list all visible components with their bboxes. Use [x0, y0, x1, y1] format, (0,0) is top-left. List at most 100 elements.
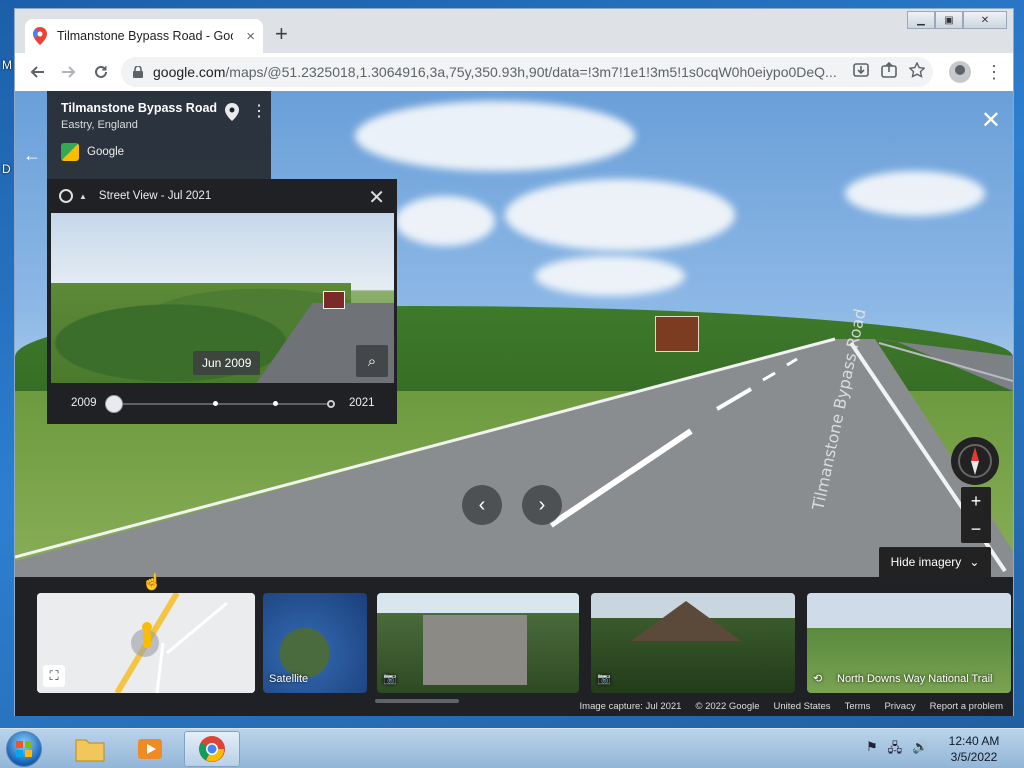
country-link[interactable]: United States	[774, 701, 831, 716]
taskbar-media-player[interactable]	[122, 731, 178, 767]
chrome-icon	[199, 736, 225, 762]
profile-avatar[interactable]	[949, 61, 971, 83]
volume-icon[interactable]: 🔊	[912, 739, 928, 761]
privacy-link[interactable]: Privacy	[884, 701, 915, 716]
lock-icon	[133, 66, 143, 78]
forward-button[interactable]	[53, 56, 85, 88]
clock-date: 3/5/2022	[950, 750, 998, 764]
timeline-stop[interactable]	[273, 401, 278, 406]
browser-menu-icon[interactable]: ⋮	[985, 62, 1003, 83]
maximize-button[interactable]: ▣	[935, 11, 963, 29]
report-problem-link[interactable]: Report a problem	[930, 701, 1003, 716]
copyright-text: © 2022 Google	[695, 701, 760, 712]
camera-icon: 📷	[383, 673, 397, 685]
desktop-icon-label[interactable]: D	[2, 162, 11, 176]
compass-icon	[958, 444, 992, 478]
imagery-tray: ⛶ Satellite 📷 📷 North Downs Way National…	[15, 577, 1013, 716]
share-icon[interactable]	[881, 62, 897, 78]
back-arrow-icon	[30, 66, 44, 78]
omnibox-actions	[853, 62, 925, 78]
address-bar[interactable]: google.com/maps/@51.2325018,1.3064916,3a…	[121, 57, 933, 87]
mini-map-thumbnail[interactable]: ⛶	[37, 593, 255, 693]
mini-map	[37, 593, 255, 693]
taskbar-chrome[interactable]	[184, 731, 240, 767]
mouse-cursor: ☝	[142, 574, 162, 591]
tab-close-icon[interactable]: ×	[246, 28, 255, 45]
close-window-button[interactable]: ✕	[963, 11, 1007, 29]
bookmark-star-icon[interactable]	[909, 62, 925, 78]
place-info-card: Tilmanstone Bypass Road Eastry, England …	[47, 91, 271, 179]
map-footer: Image capture: Jul 2021 © 2022 Google Un…	[15, 701, 1013, 716]
previous-arrow-button[interactable]: ‹	[462, 485, 502, 525]
media-player-icon	[138, 739, 162, 759]
caret-up-icon: ▲	[79, 191, 87, 201]
desktop-icon-label[interactable]: M	[2, 58, 12, 72]
minimize-button[interactable]: ▁	[907, 11, 935, 29]
timeline-stop[interactable]	[213, 401, 218, 406]
system-tray: ⚑ 🖧 🔊	[866, 739, 928, 761]
back-arrow-icon[interactable]: ←	[23, 145, 43, 165]
hide-imagery-button[interactable]: Hide imagery ⌄	[879, 547, 991, 577]
google-maps-logo-icon	[61, 143, 79, 161]
new-tab-button[interactable]: +	[275, 23, 288, 45]
historic-imagery-preview[interactable]: Jun 2009 ⌕	[51, 213, 394, 383]
brown-tourist-sign	[655, 316, 699, 352]
browser-toolbar: google.com/maps/@51.2325018,1.3064916,3a…	[15, 53, 1013, 91]
reload-icon	[95, 65, 107, 78]
close-street-view-icon[interactable]: ✕	[981, 109, 1001, 133]
install-app-icon[interactable]	[853, 62, 869, 78]
url-path: /maps/@51.2325018,1.3064916,3a,75y,350.9…	[225, 64, 837, 80]
forward-arrow-icon	[62, 66, 76, 78]
back-button[interactable]	[21, 56, 53, 88]
reload-button[interactable]	[85, 56, 117, 88]
satellite-label: Satellite	[269, 673, 309, 685]
timeline-start-year: 2009	[71, 397, 97, 409]
image-capture-date: Image capture: Jul 2021	[579, 701, 682, 712]
time-machine-panel: ▲ Street View - Jul 2021 ✕ Jun 2009 ⌕ 20…	[47, 179, 397, 424]
time-machine-title: Street View - Jul 2021	[98, 190, 212, 202]
system-clock[interactable]: 12:40 AM 3/5/2022	[944, 733, 1004, 765]
network-icon[interactable]: 🖧	[888, 739, 903, 761]
clock-time: 12:40 AM	[948, 734, 1000, 748]
double-chevron-down-icon: ⌄	[969, 555, 980, 569]
taskbar-explorer[interactable]	[62, 731, 118, 767]
time-machine-header[interactable]: ▲ Street View - Jul 2021 ✕	[47, 179, 397, 213]
church-building	[423, 615, 527, 685]
zoom-preview-icon[interactable]: ⌕	[356, 345, 388, 377]
browser-window: Tilmanstone Bypass Road - Goog × + ▁ ▣ ✕…	[14, 8, 1014, 716]
timeline-current-stop[interactable]	[327, 400, 335, 408]
tab-title: Tilmanstone Bypass Road - Goog	[57, 29, 233, 43]
photo-thumbnail-lychgate[interactable]: 📷	[591, 593, 795, 693]
timeline-slider[interactable]: 2009 2021	[47, 383, 397, 424]
url-domain: google.com	[153, 64, 226, 80]
more-options-icon[interactable]: ⋮	[251, 101, 267, 121]
fullscreen-map-icon[interactable]: ⛶	[43, 665, 65, 687]
compass-button[interactable]	[951, 437, 999, 485]
start-button[interactable]	[6, 731, 42, 767]
window-controls: ▁ ▣ ✕	[907, 11, 1007, 29]
photo-thumbnail-church[interactable]: 📷	[377, 593, 579, 693]
history-clock-icon	[59, 189, 73, 203]
toolbar-right: ⋮	[949, 61, 1003, 83]
next-arrow-button[interactable]: ›	[522, 485, 562, 525]
photo-thumbnail-trail[interactable]: North Downs Way National Trail ⟲	[807, 593, 1011, 693]
street-view-panorama[interactable]: Tilmanstone Bypass Road ← ✕ Tilmanstone …	[15, 91, 1013, 716]
timeline-thumb[interactable]	[105, 395, 123, 413]
terms-link[interactable]: Terms	[845, 701, 871, 716]
satellite-thumbnail[interactable]: Satellite	[263, 593, 367, 693]
close-time-machine-icon[interactable]: ✕	[368, 185, 385, 210]
taskbar: ⚑ 🖧 🔊 12:40 AM 3/5/2022	[0, 728, 1024, 768]
location-pin-icon[interactable]	[225, 103, 239, 121]
browser-tab[interactable]: Tilmanstone Bypass Road - Goog ×	[25, 19, 263, 53]
tab-strip: Tilmanstone Bypass Road - Goog × + ▁ ▣ ✕	[15, 9, 1013, 53]
hide-imagery-label: Hide imagery	[890, 555, 962, 569]
folder-icon	[75, 739, 105, 762]
action-center-flag-icon[interactable]: ⚑	[866, 739, 878, 761]
google-maps-icon	[33, 27, 47, 45]
timeline-track[interactable]	[105, 395, 335, 413]
windows-logo-icon	[16, 741, 32, 757]
zoom-in-button[interactable]: +	[961, 487, 991, 515]
zoom-out-button[interactable]: −	[961, 515, 991, 543]
historic-date-label: Jun 2009	[193, 351, 261, 375]
lychgate-roof	[631, 601, 741, 641]
